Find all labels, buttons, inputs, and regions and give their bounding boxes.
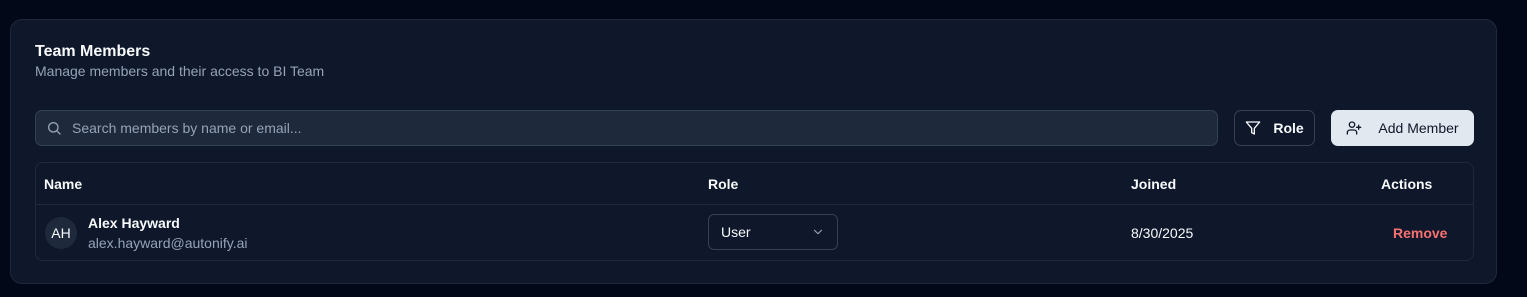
remove-button[interactable]: Remove xyxy=(1393,225,1447,241)
role-filter-label: Role xyxy=(1273,120,1304,136)
add-member-button[interactable]: Add Member xyxy=(1331,110,1474,146)
search-input[interactable] xyxy=(62,111,1217,145)
avatar: AH xyxy=(45,217,77,249)
column-header-joined[interactable]: Joined xyxy=(1131,176,1176,192)
column-header-actions: Actions xyxy=(1381,176,1433,192)
members-table: Name Role Joined Actions AH Alex Hayward… xyxy=(35,162,1474,261)
user-plus-icon xyxy=(1346,120,1362,136)
joined-date: 8/30/2025 xyxy=(1131,225,1194,241)
team-members-card: Team Members Manage members and their ac… xyxy=(10,19,1497,284)
role-select-value: User xyxy=(721,224,751,240)
chevron-down-icon xyxy=(811,225,825,239)
table-row: AH Alex Hayward alex.hayward@autonify.ai… xyxy=(36,205,1473,260)
column-header-name[interactable]: Name xyxy=(44,176,82,192)
member-email: alex.hayward@autonify.ai xyxy=(88,235,248,251)
table-header: Name Role Joined Actions xyxy=(36,163,1473,205)
add-member-label: Add Member xyxy=(1378,120,1459,136)
member-name: Alex Hayward xyxy=(88,215,180,231)
card-subtitle: Manage members and their access to BI Te… xyxy=(35,63,325,79)
column-header-role[interactable]: Role xyxy=(708,176,738,192)
filter-icon xyxy=(1245,120,1261,136)
search-box[interactable] xyxy=(35,110,1218,146)
search-icon xyxy=(46,120,62,136)
card-title: Team Members xyxy=(35,43,151,60)
role-filter-button[interactable]: Role xyxy=(1234,110,1315,146)
role-select[interactable]: User xyxy=(708,214,838,250)
